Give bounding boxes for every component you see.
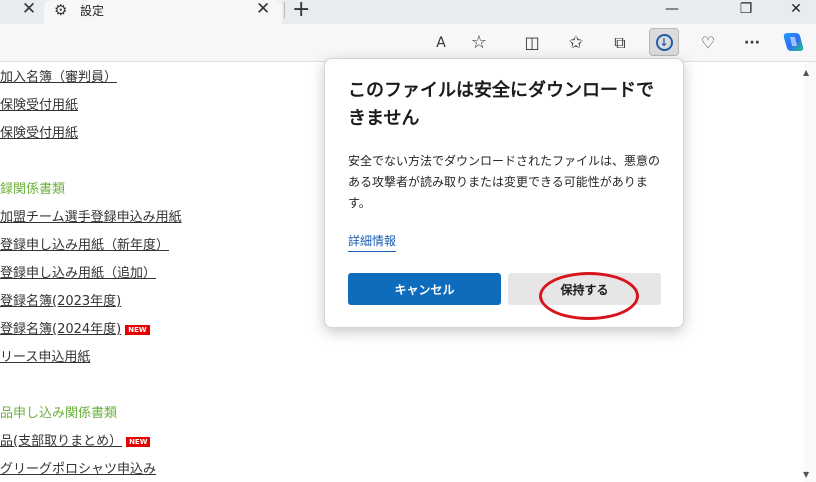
tab-title: 設定 xyxy=(80,4,105,18)
split-screen-icon[interactable]: ◫ xyxy=(519,30,545,56)
read-aloud-icon[interactable]: A xyxy=(428,30,454,56)
learn-more-link[interactable]: 詳細情報 xyxy=(348,232,397,252)
list-item-link[interactable]: 登録名簿(2023年度) xyxy=(0,290,121,309)
keep-button[interactable]: 保持する xyxy=(508,273,661,305)
minimize-button[interactable]: — xyxy=(652,0,692,20)
list-item-link[interactable]: 保険受付用紙 xyxy=(0,94,78,113)
collections-icon[interactable]: ⧉ xyxy=(607,30,633,56)
list-item-link[interactable]: 加盟チーム選手登録申込み用紙 xyxy=(0,206,182,225)
list-item-link[interactable]: 加入名簿（審判員） xyxy=(0,66,117,85)
download-button[interactable]: ↓ xyxy=(649,28,679,56)
download-icon: ↓ xyxy=(655,34,673,51)
section-heading: 録関係書類 xyxy=(0,182,66,197)
scroll-up-icon[interactable]: ▲ xyxy=(803,68,809,77)
list-item-link[interactable]: グリーグポロシャツ申込み xyxy=(0,458,156,477)
vertical-scrollbar[interactable] xyxy=(804,62,816,482)
list-item-link[interactable]: 登録名簿(2024年度) NEW xyxy=(0,318,150,337)
list-item-link[interactable]: リース申込用紙 xyxy=(0,346,90,365)
tab-settings[interactable]: ⚙ 設定 ✕ xyxy=(44,0,282,24)
download-warning-dialog: このファイルは安全にダウンロードできません 安全でない方法でダウンロードされたフ… xyxy=(324,58,684,328)
new-badge: NEW xyxy=(126,436,151,447)
health-icon[interactable]: ♡ xyxy=(695,30,721,56)
scroll-down-icon[interactable]: ▼ xyxy=(803,470,809,479)
title-bar: ✕ ⚙ 設定 ✕ + — ❐ ✕ xyxy=(0,0,816,24)
new-tab-button[interactable]: + xyxy=(292,0,310,22)
close-window-button[interactable]: ✕ xyxy=(776,0,816,20)
list-item-link[interactable]: 登録申し込み用紙（新年度） xyxy=(0,234,169,253)
list-item-link[interactable]: 品(支部取りまとめ） NEW xyxy=(0,430,151,449)
link-text: 品(支部取りまとめ） xyxy=(0,434,123,449)
list-item-link[interactable]: 保険受付用紙 xyxy=(0,122,78,141)
dialog-message: 安全でない方法でダウンロードされたファイルは、悪意のある攻撃者が読み取りまたは変… xyxy=(348,154,661,210)
star-icon[interactable]: ☆ xyxy=(466,30,492,56)
copilot-icon[interactable] xyxy=(781,31,805,53)
section-heading: 品申し込み関係書類 xyxy=(0,406,118,421)
close-tab-icon[interactable]: ✕ xyxy=(256,0,270,18)
new-badge: NEW xyxy=(125,324,150,335)
restore-button[interactable]: ❐ xyxy=(726,0,766,20)
tab-divider xyxy=(284,2,285,18)
close-tab-icon[interactable]: ✕ xyxy=(14,0,44,20)
gear-icon: ⚙ xyxy=(54,1,68,19)
more-icon[interactable]: ··· xyxy=(739,30,765,56)
browser-toolbar: A ☆ ◫ ✩ ⧉ ↓ ♡ ··· xyxy=(0,24,816,62)
dialog-title: このファイルは安全にダウンロードできません xyxy=(348,80,654,129)
cancel-button[interactable]: キャンセル xyxy=(348,273,501,305)
list-item-link[interactable]: 登録申し込み用紙（追加） xyxy=(0,262,156,281)
favorites-icon[interactable]: ✩ xyxy=(563,30,589,56)
link-text: 登録名簿(2024年度) xyxy=(0,322,122,337)
